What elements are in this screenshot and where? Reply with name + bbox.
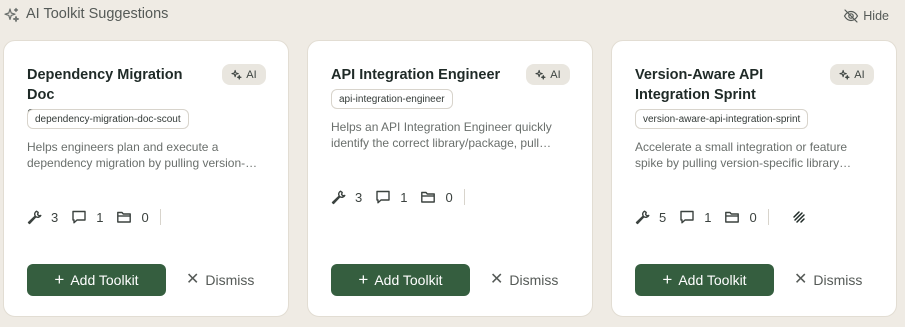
folders-stat: 0 [116,209,149,225]
card-stats: 3 1 0 [330,187,465,207]
card-stats: 3 1 0 [26,207,161,227]
comments-stat: 1 [71,209,116,225]
close-icon: ✕ [490,271,504,288]
suggestions-header: AI Toolkit Suggestions Hide [0,0,905,32]
ai-badge: AI [830,64,874,85]
tools-count: 3 [355,189,363,205]
card-title: API Integration Engineer [331,65,517,85]
dismiss-label: Dismiss [813,272,863,288]
add-toolkit-button[interactable]: + Add Toolkit [27,264,166,296]
tools-stat: 3 [26,209,71,225]
tools-count: 5 [659,209,667,225]
close-icon: ✕ [794,271,808,288]
ai-badge-label: AI [246,68,257,81]
stats-divider [159,209,161,225]
add-toolkit-label: Add Toolkit [374,272,443,288]
close-icon: ✕ [186,271,200,288]
dismiss-label: Dismiss [509,272,559,288]
comments-count: 1 [400,189,408,205]
dismiss-button[interactable]: ✕ Dismiss [490,264,558,296]
sparkles-icon [231,69,242,80]
folders-stat: 0 [724,209,757,225]
plus-icon: + [54,270,65,289]
description-line: identify the correct library/package, pu… [331,136,552,150]
comments-stat: 1 [679,209,724,225]
card-title-line: Integration Sprint [635,87,756,103]
tools-stat: 5 [634,209,679,225]
folders-stat: 0 [420,189,453,205]
add-toolkit-label: Add Toolkit [678,272,747,288]
card-description: Accelerate a small integration or featur… [635,139,873,171]
toolkit-card: Dependency Migration Doc Scout AI depend… [3,40,289,317]
toolkit-card: API Integration Engineer AI api-integrat… [307,40,593,317]
plus-icon: + [358,270,369,289]
description-line: dependency migration by pulling version-… [27,156,258,170]
hide-label: Hide [863,9,889,23]
wrench-icon [635,210,650,225]
card-title: Version-Aware API Integration Sprint [635,65,821,105]
ai-badge: AI [222,64,266,85]
dismiss-button[interactable]: ✕ Dismiss [794,264,862,296]
plus-icon: + [662,270,673,289]
section-title: AI Toolkit Suggestions [26,6,169,22]
add-toolkit-button[interactable]: + Add Toolkit [635,264,774,296]
ai-badge: AI [526,64,570,85]
dismiss-label: Dismiss [205,272,255,288]
eye-off-icon [844,9,859,23]
comment-icon [376,190,390,204]
description-line: Helps engineers plan and execute a [27,140,219,154]
integration-app-icon [792,211,805,223]
description-line: Helps an API Integration Engineer quickl… [331,120,552,134]
hide-button[interactable]: Hide [843,7,889,25]
comment-icon [680,210,694,224]
card-title-line: Dependency Migration Doc [27,67,183,103]
wrench-icon [27,210,42,225]
card-description: Helps an API Integration Engineer quickl… [331,119,569,151]
tools-count: 3 [51,209,59,225]
sparkles-icon [535,69,546,80]
comments-stat: 1 [375,189,420,205]
sparkles-icon [839,69,850,80]
card-stats: 5 1 0 [634,207,807,227]
toolkit-slug: dependency-migration-doc-scout [27,109,189,129]
dismiss-button[interactable]: ✕ Dismiss [186,264,254,296]
folder-icon [421,191,436,203]
card-description: Helps engineers plan and execute a depen… [27,139,265,171]
stats-divider [767,209,769,225]
folders-count: 0 [141,209,149,225]
folder-icon [117,211,132,223]
card-title-line: Version-Aware API [635,67,764,83]
add-toolkit-button[interactable]: + Add Toolkit [331,264,470,296]
description-line: spike by pulling version-specific librar… [635,156,852,170]
folder-icon [725,211,740,223]
tools-stat: 3 [330,189,375,205]
comments-count: 1 [704,209,712,225]
folders-count: 0 [749,209,757,225]
toolkit-card: Version-Aware API Integration Sprint AI … [611,40,897,317]
card-title-line: API Integration Engineer [331,67,501,83]
ai-badge-label: AI [854,68,865,81]
toolkit-slug: version-aware-api-integration-sprint [635,109,809,129]
folders-count: 0 [445,189,453,205]
toolkit-slug: api-integration-engineer [331,89,453,109]
stats-divider [463,189,465,205]
comment-icon [72,210,86,224]
ai-badge-label: AI [550,68,561,81]
wrench-icon [331,190,346,205]
comments-count: 1 [96,209,104,225]
description-line: Accelerate a small integration or featur… [635,140,848,154]
sparkles-icon [4,7,20,23]
add-toolkit-label: Add Toolkit [70,272,139,288]
